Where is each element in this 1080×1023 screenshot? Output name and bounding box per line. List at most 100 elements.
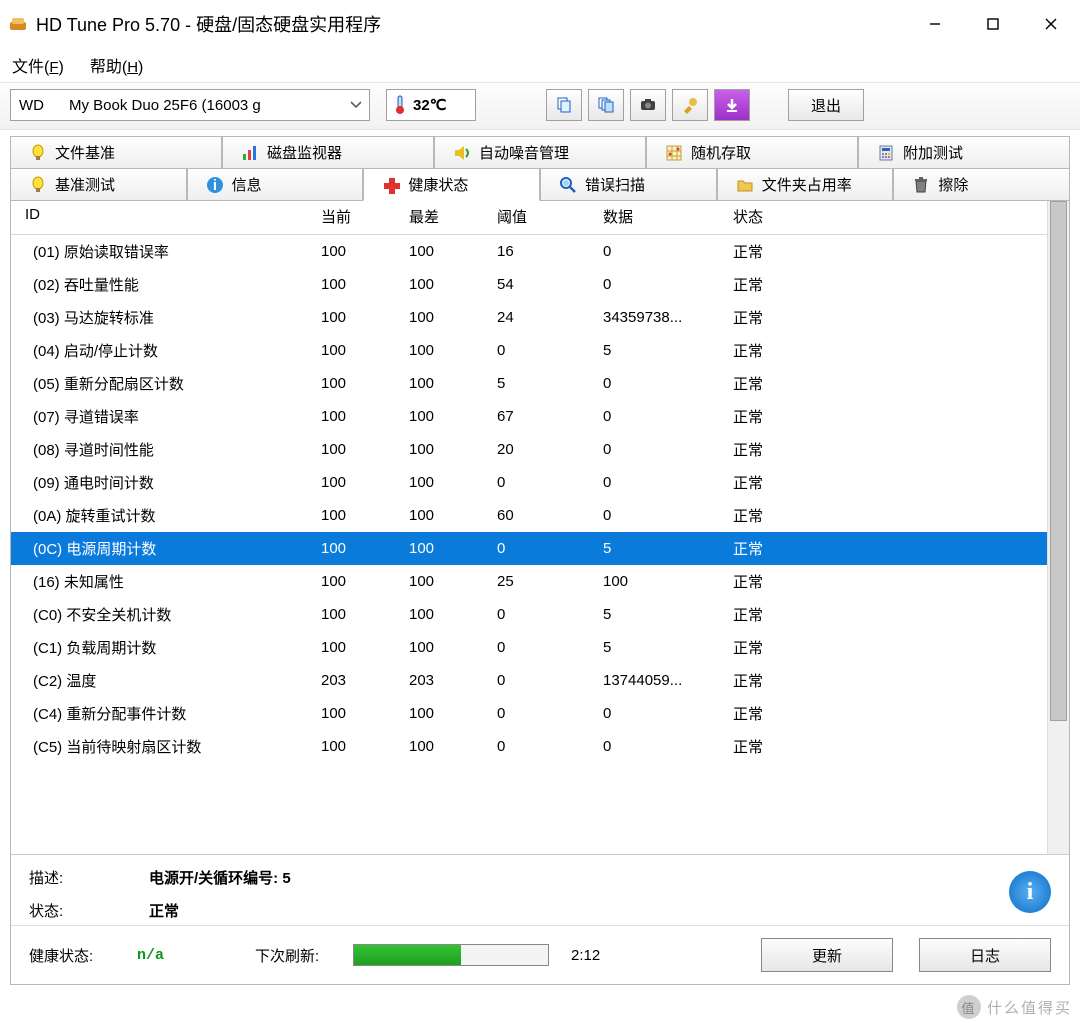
tab-trash[interactable]: 擦除: [893, 168, 1070, 200]
cell-data: 13744059...: [593, 672, 723, 689]
tab-grid[interactable]: 随机存取: [646, 136, 858, 168]
cell-id: (C5) 当前待映射扇区计数: [11, 736, 311, 757]
table-row[interactable]: (03) 马达旋转标准1001002434359738...正常: [11, 301, 1047, 334]
cell-threshold: 60: [487, 507, 593, 524]
cell-id: (05) 重新分配扇区计数: [11, 373, 311, 394]
cell-worst: 100: [399, 606, 487, 623]
col-threshold[interactable]: 阈值: [487, 201, 593, 234]
health-value: n/a: [137, 947, 237, 964]
cell-status: 正常: [723, 241, 843, 262]
table-row[interactable]: (05) 重新分配扇区计数10010050正常: [11, 367, 1047, 400]
table-row[interactable]: (C5) 当前待映射扇区计数10010000正常: [11, 730, 1047, 763]
cell-status: 正常: [723, 406, 843, 427]
tab-folder[interactable]: 文件夹占用率: [717, 168, 894, 200]
table-row[interactable]: (07) 寻道错误率100100670正常: [11, 400, 1047, 433]
cell-status: 正常: [723, 505, 843, 526]
table-row[interactable]: (C0) 不安全关机计数10010005正常: [11, 598, 1047, 631]
table-row[interactable]: (C4) 重新分配事件计数10010000正常: [11, 697, 1047, 730]
cell-threshold: 0: [487, 342, 593, 359]
tab-row-2: 基准测试 i信息 健康状态 错误扫描 文件夹占用率 擦除: [10, 168, 1070, 200]
cell-current: 100: [311, 309, 399, 326]
table-row[interactable]: (16) 未知属性10010025100正常: [11, 565, 1047, 598]
tab-lightbulb[interactable]: 文件基准: [10, 136, 222, 168]
cell-current: 203: [311, 672, 399, 689]
cell-worst: 100: [399, 243, 487, 260]
table-row[interactable]: (09) 通电时间计数10010000正常: [11, 466, 1047, 499]
tab-search[interactable]: 错误扫描: [540, 168, 717, 200]
col-status[interactable]: 状态: [723, 201, 843, 234]
cell-id: (07) 寻道错误率: [11, 406, 311, 427]
col-worst[interactable]: 最差: [399, 201, 487, 234]
cell-id: (09) 通电时间计数: [11, 472, 311, 493]
search-icon: [559, 176, 577, 194]
cell-status: 正常: [723, 307, 843, 328]
health-label: 健康状态:: [29, 945, 119, 966]
tab-speaker[interactable]: 自动噪音管理: [434, 136, 646, 168]
table-header: ID 当前 最差 阈值 数据 状态: [11, 201, 1047, 235]
tab-info[interactable]: i信息: [187, 168, 364, 200]
minimize-button[interactable]: [906, 0, 964, 48]
update-button[interactable]: 更新: [761, 938, 893, 972]
cell-id: (C0) 不安全关机计数: [11, 604, 311, 625]
progress-bar: [354, 945, 461, 965]
tab-calc[interactable]: 附加测试: [858, 136, 1070, 168]
copy-all-button[interactable]: [588, 89, 624, 121]
cell-data: 5: [593, 342, 723, 359]
cell-id: (16) 未知属性: [11, 571, 311, 592]
cell-current: 100: [311, 276, 399, 293]
tab-label: 文件夹占用率: [762, 174, 852, 195]
cell-current: 100: [311, 639, 399, 656]
watermark: 值 什么值得买: [957, 995, 1072, 1019]
drive-selector[interactable]: WD My Book Duo 25F6 (16003 g: [10, 89, 370, 121]
cell-worst: 100: [399, 738, 487, 755]
folder-icon: [736, 176, 754, 194]
tab-label: 健康状态: [408, 174, 468, 195]
cell-id: (C4) 重新分配事件计数: [11, 703, 311, 724]
cell-threshold: 67: [487, 408, 593, 425]
cell-status: 正常: [723, 703, 843, 724]
tool-button[interactable]: [672, 89, 708, 121]
cell-worst: 100: [399, 309, 487, 326]
table-row[interactable]: (0A) 旋转重试计数100100600正常: [11, 499, 1047, 532]
status-value: 正常: [149, 900, 291, 921]
table-row[interactable]: (C1) 负载周期计数10010005正常: [11, 631, 1047, 664]
copy-button[interactable]: [546, 89, 582, 121]
table-row[interactable]: (08) 寻道时间性能100100200正常: [11, 433, 1047, 466]
table-row[interactable]: (0C) 电源周期计数10010005正常: [11, 532, 1047, 565]
col-id[interactable]: ID: [11, 201, 311, 234]
vertical-scrollbar[interactable]: [1047, 201, 1069, 854]
cell-current: 100: [311, 573, 399, 590]
footer-bar: 健康状态: n/a 下次刷新: 2:12 更新 日志: [11, 925, 1069, 984]
cell-id: (08) 寻道时间性能: [11, 439, 311, 460]
cell-threshold: 0: [487, 606, 593, 623]
table-row[interactable]: (04) 启动/停止计数10010005正常: [11, 334, 1047, 367]
cell-data: 5: [593, 540, 723, 557]
col-data[interactable]: 数据: [593, 201, 723, 234]
refresh-time: 2:12: [571, 947, 641, 964]
cell-current: 100: [311, 606, 399, 623]
table-row[interactable]: (01) 原始读取错误率100100160正常: [11, 235, 1047, 268]
table-row[interactable]: (C2) 温度203203013744059...正常: [11, 664, 1047, 697]
tab-bulb2[interactable]: 基准测试: [10, 168, 187, 200]
cell-data: 0: [593, 705, 723, 722]
tab-plus[interactable]: 健康状态: [363, 168, 540, 201]
close-button[interactable]: [1022, 0, 1080, 48]
cell-id: (04) 启动/停止计数: [11, 340, 311, 361]
log-button[interactable]: 日志: [919, 938, 1051, 972]
col-current[interactable]: 当前: [311, 201, 399, 234]
tab-label: 附加测试: [903, 142, 963, 163]
screenshot-button[interactable]: [630, 89, 666, 121]
cell-data: 0: [593, 507, 723, 524]
menu-file[interactable]: 文件(F): [12, 53, 64, 77]
exit-button[interactable]: 退出: [788, 89, 864, 121]
info-icon[interactable]: i: [1009, 871, 1051, 913]
download-button[interactable]: [714, 89, 750, 121]
cell-current: 100: [311, 441, 399, 458]
tab-bars[interactable]: 磁盘监视器: [222, 136, 434, 168]
app-icon: [8, 14, 28, 34]
menu-help[interactable]: 帮助(H): [90, 53, 144, 77]
tab-label: 基准测试: [55, 174, 115, 195]
table-row[interactable]: (02) 吞吐量性能100100540正常: [11, 268, 1047, 301]
scrollbar-thumb[interactable]: [1050, 201, 1067, 721]
maximize-button[interactable]: [964, 0, 1022, 48]
